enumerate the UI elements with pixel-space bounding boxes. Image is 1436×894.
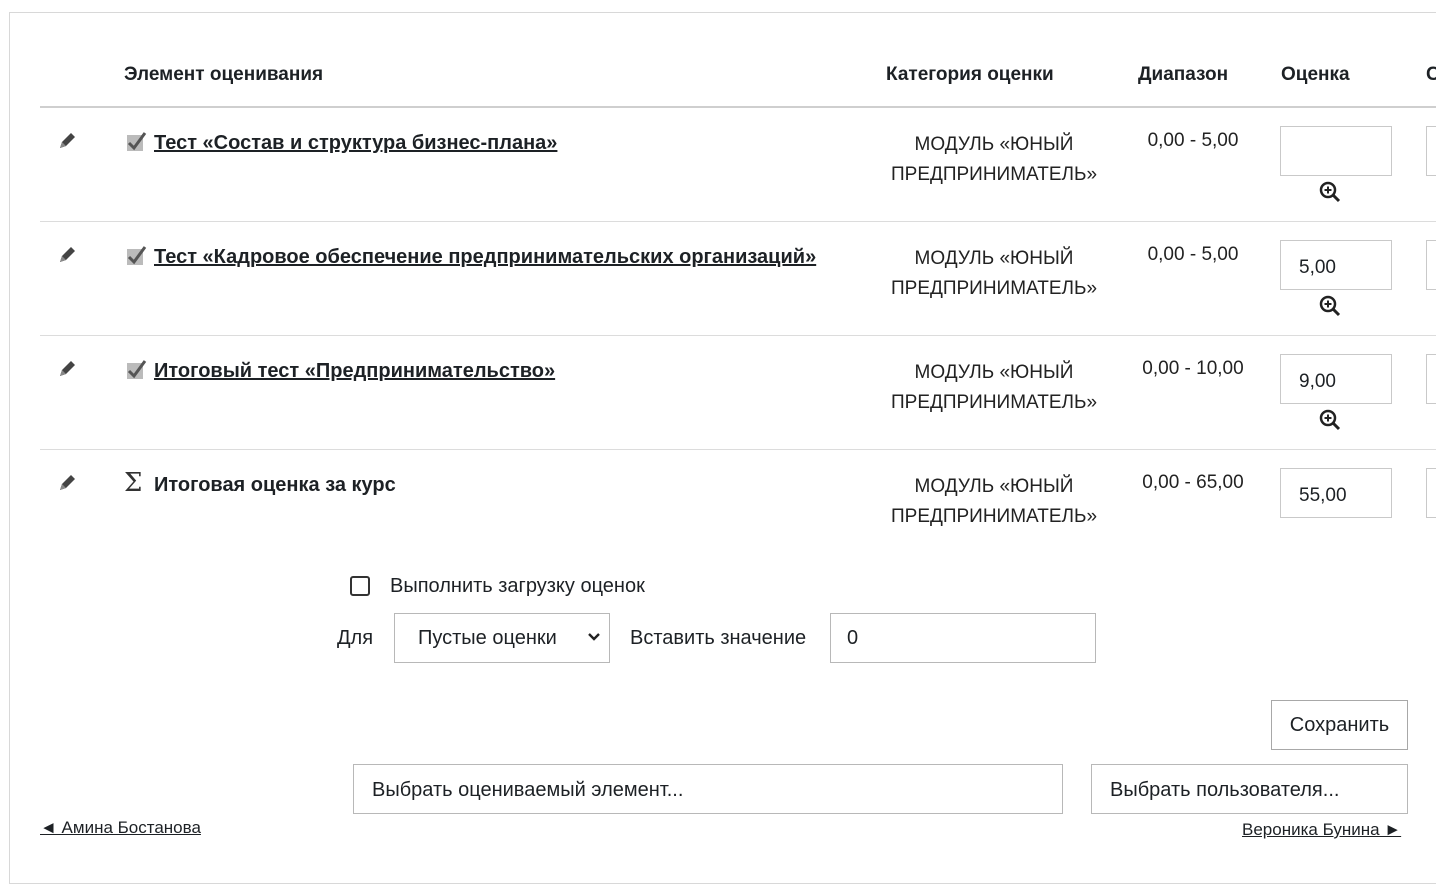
previous-user-link[interactable]: ◄ Амина Бостанова bbox=[40, 818, 201, 838]
select-grade-item-dropdown[interactable]: Выбрать оцениваемый элемент... bbox=[353, 764, 1063, 814]
bulk-target-select-value: Пустые оценки bbox=[418, 627, 557, 649]
column-header-grade: Оценка bbox=[1281, 64, 1350, 85]
grade-input[interactable] bbox=[1280, 240, 1392, 290]
zoom-in-icon[interactable] bbox=[1318, 180, 1342, 204]
quiz-icon bbox=[127, 132, 147, 151]
grade-category: МОДУЛЬ «ЮНЫЙ ПРЕДПРИНИМАТЕЛЬ» bbox=[890, 476, 1098, 527]
quiz-icon bbox=[127, 246, 147, 265]
zoom-in-icon[interactable] bbox=[1318, 408, 1342, 432]
column-header-item: Элемент оценивания bbox=[124, 64, 324, 85]
truncated-input[interactable] bbox=[1426, 354, 1436, 404]
select-user-dropdown[interactable]: Выбрать пользователя... bbox=[1091, 764, 1408, 814]
bulk-insert-label: Выполнить загрузку оценок bbox=[390, 575, 645, 597]
column-header-truncated: С bbox=[1426, 64, 1436, 85]
table-row: Тест «Состав и структура бизнес-плана» М… bbox=[0, 108, 1436, 222]
for-label: Для bbox=[337, 627, 374, 649]
grade-item-link[interactable]: Итоговый тест «Предпринимательство» bbox=[154, 360, 555, 383]
grade-input[interactable] bbox=[1280, 468, 1392, 518]
save-button[interactable]: Сохранить bbox=[1271, 700, 1408, 750]
pencil-edit-icon[interactable] bbox=[56, 358, 78, 380]
pencil-edit-icon[interactable] bbox=[56, 244, 78, 266]
grade-input[interactable] bbox=[1280, 126, 1392, 176]
bulk-target-select[interactable]: Пустые оценки bbox=[394, 613, 610, 663]
column-header-range: Диапазон bbox=[1138, 64, 1229, 85]
grade-category: МОДУЛЬ «ЮНЫЙ ПРЕДПРИНИМАТЕЛЬ» bbox=[890, 362, 1098, 413]
sigma-icon: Σ bbox=[124, 468, 143, 498]
truncated-input[interactable] bbox=[1426, 240, 1436, 290]
table-row-course-total: Σ Итоговая оценка за курс МОДУЛЬ «ЮНЫЙ П… bbox=[0, 450, 1436, 564]
grade-range: 0,00 - 5,00 bbox=[1147, 130, 1239, 151]
grade-range: 0,00 - 65,00 bbox=[1142, 472, 1244, 493]
grade-item-link[interactable]: Тест «Состав и структура бизнес-плана» bbox=[154, 132, 557, 155]
truncated-input[interactable] bbox=[1426, 126, 1436, 176]
grade-range: 0,00 - 5,00 bbox=[1147, 244, 1239, 265]
pencil-edit-icon[interactable] bbox=[56, 130, 78, 152]
grade-item-link[interactable]: Тест «Кадровое обеспечение предпринимате… bbox=[154, 246, 816, 269]
column-header-category: Категория оценки bbox=[886, 64, 1054, 85]
insert-value-input[interactable] bbox=[830, 613, 1096, 663]
next-user-link[interactable]: Вероника Бунина ► bbox=[1242, 820, 1401, 840]
truncated-input[interactable] bbox=[1426, 468, 1436, 518]
table-row: Итоговый тест «Предпринимательство» МОДУ… bbox=[0, 336, 1436, 450]
zoom-in-icon[interactable] bbox=[1318, 294, 1342, 318]
grade-category: МОДУЛЬ «ЮНЫЙ ПРЕДПРИНИМАТЕЛЬ» bbox=[890, 248, 1098, 299]
grade-category: МОДУЛЬ «ЮНЫЙ ПРЕДПРИНИМАТЕЛЬ» bbox=[890, 134, 1098, 185]
pencil-edit-icon[interactable] bbox=[56, 472, 78, 494]
grade-range: 0,00 - 10,00 bbox=[1142, 358, 1244, 379]
quiz-icon bbox=[127, 360, 147, 379]
course-total-label: Итоговая оценка за курс bbox=[154, 474, 396, 496]
table-row: Тест «Кадровое обеспечение предпринимате… bbox=[0, 222, 1436, 336]
grade-input[interactable] bbox=[1280, 354, 1392, 404]
insert-value-label: Вставить значение bbox=[630, 627, 807, 649]
bulk-insert-checkbox[interactable] bbox=[350, 576, 370, 596]
chevron-down-icon bbox=[588, 633, 600, 641]
